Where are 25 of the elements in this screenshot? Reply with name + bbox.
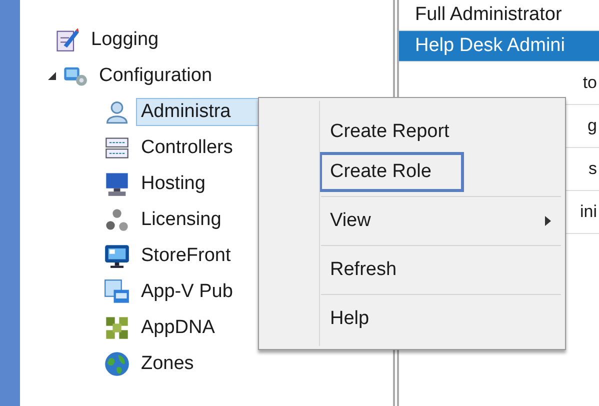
- list-row[interactable]: Help Desk Admini: [399, 31, 599, 62]
- tree-item[interactable]: App-V Pub: [136, 278, 238, 306]
- tree-item[interactable]: Zones: [136, 350, 199, 378]
- tree-item[interactable]: AppDNA: [136, 314, 220, 342]
- circles-icon: [104, 207, 130, 233]
- globe-icon: [104, 351, 130, 377]
- monitor-icon: [104, 171, 130, 197]
- tree-item[interactable]: Controllers: [136, 134, 238, 162]
- tree-item[interactable]: Configuration: [94, 62, 218, 90]
- person-icon: [104, 99, 130, 125]
- server-icon: [104, 135, 130, 161]
- expander-icon[interactable]: [48, 72, 56, 80]
- menu-item[interactable]: Create Report: [319, 112, 460, 152]
- menu-item[interactable]: View: [319, 201, 382, 241]
- menu-item[interactable]: Help: [319, 299, 380, 339]
- menu-item[interactable]: Create Role: [319, 152, 464, 192]
- pencil-document-icon: [54, 27, 80, 53]
- monitor-icon: [104, 243, 130, 269]
- tree-item[interactable]: Logging: [86, 26, 164, 54]
- menu-item[interactable]: Refresh: [319, 250, 408, 290]
- tree-item[interactable]: Licensing: [136, 206, 226, 234]
- tree-item[interactable]: StoreFront: [136, 242, 236, 270]
- puzzle-icon: [104, 315, 130, 341]
- tree-item[interactable]: Hosting: [136, 170, 210, 198]
- windows-icon: [104, 279, 130, 305]
